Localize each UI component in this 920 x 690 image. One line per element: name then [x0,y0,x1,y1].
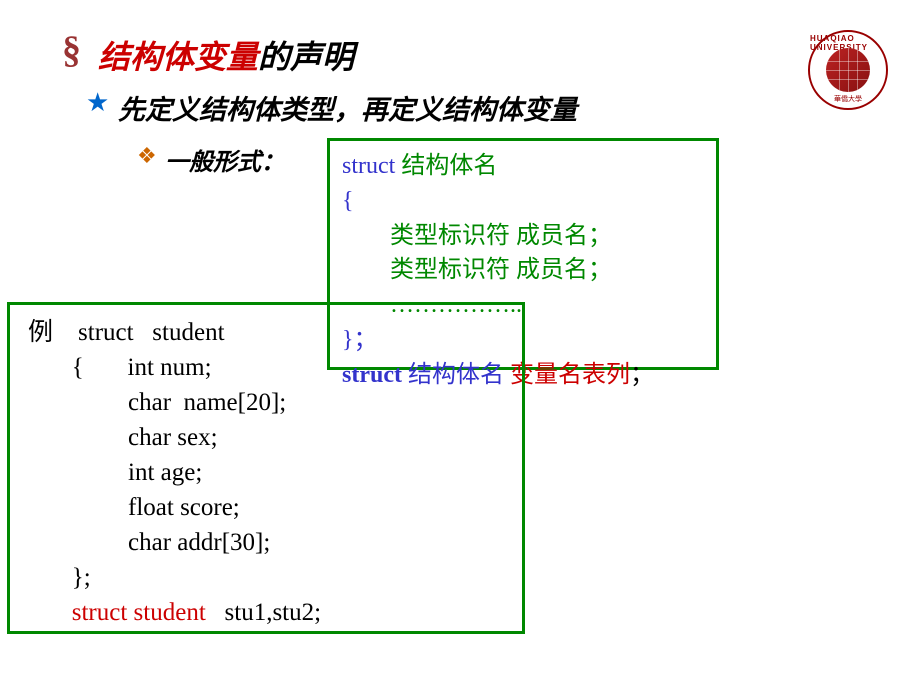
example-line-8: }; [28,560,504,595]
example-struct-decl: struct student [78,319,225,346]
syntax-semicolon: ； [630,362,654,388]
syntax-member-1: 类型标识符 成员名； [342,219,704,254]
syntax-member-2: 类型标识符 成员名； [342,253,704,288]
example-line-2: { int num; [28,350,504,385]
syntax-struct-name: 结构体名 [395,153,497,179]
title-text-red: 结构体变量 [98,39,258,75]
example-line-9: struct student stu1,stu2; [28,595,504,630]
example-line-3: char name[20]; [28,385,504,420]
diamond-bullet-icon: ❖ [137,143,157,169]
logo-outer-ring: HUAQIAO UNIVERSITY 華僑大學 [808,30,888,110]
logo-globe-icon [826,48,870,92]
subtitle-text: 先定义结构体类型，再定义结构体变量 [118,88,577,127]
example-line-4: char sex; [28,420,504,455]
syntax-open-brace: { [342,184,704,219]
page-title: 结构体变量的声明 [98,32,354,78]
example-vars: stu1,stu2; [206,599,321,626]
section-marker: § [62,28,81,72]
syntax-keyword-struct: struct [342,153,395,179]
example-code-box: 例 struct student { int num; char name[20… [7,302,525,634]
example-struct-student: struct student [72,599,206,626]
title-text-black: 的声明 [258,39,354,75]
example-line-7: char addr[30]; [28,525,504,560]
syntax-line-1: struct 结构体名 [342,149,704,184]
general-form-label: 一般形式： [165,142,285,177]
star-bullet-icon: ★ [86,88,109,118]
university-logo: HUAQIAO UNIVERSITY 華僑大學 [808,30,888,110]
example-line-5: int age; [28,455,504,490]
example-line-6: float score; [28,490,504,525]
example-label: 例 [28,319,78,346]
example-line-1: 例 struct student [28,315,504,350]
logo-bottom-text: 華僑大學 [834,94,862,104]
example-indent [28,599,72,626]
